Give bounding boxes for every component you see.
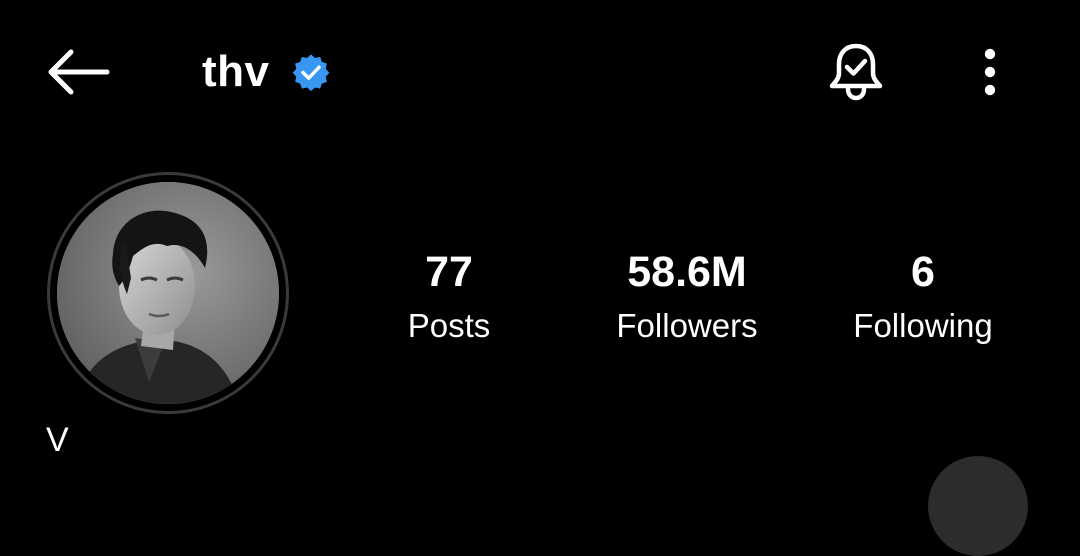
- following-count: 6: [911, 248, 935, 296]
- arrow-left-icon: [48, 49, 110, 95]
- followers-label: Followers: [616, 307, 758, 344]
- username: thv: [202, 47, 270, 96]
- profile-header: thv: [0, 0, 1080, 140]
- posts-stat[interactable]: 77 Posts: [339, 246, 559, 354]
- verified-badge-icon: [292, 53, 330, 91]
- more-vertical-icon: [984, 48, 996, 96]
- following-stat[interactable]: 6 Following: [813, 246, 1033, 354]
- followers-count: 58.6M: [627, 248, 747, 296]
- bell-check-icon: [829, 43, 883, 101]
- posts-count: 77: [425, 248, 473, 296]
- profile-photo: [57, 182, 279, 404]
- more-options-button[interactable]: [964, 38, 1016, 106]
- floating-button-edge[interactable]: [928, 456, 1028, 556]
- notification-bell-button[interactable]: [820, 38, 892, 106]
- display-name: V: [46, 421, 69, 459]
- back-button[interactable]: [40, 40, 116, 104]
- followers-stat[interactable]: 58.6M Followers: [577, 246, 797, 354]
- following-label: Following: [853, 307, 993, 344]
- avatar: [57, 182, 279, 404]
- profile-avatar[interactable]: [47, 172, 289, 414]
- username-title: thv: [202, 40, 330, 104]
- posts-label: Posts: [407, 307, 491, 344]
